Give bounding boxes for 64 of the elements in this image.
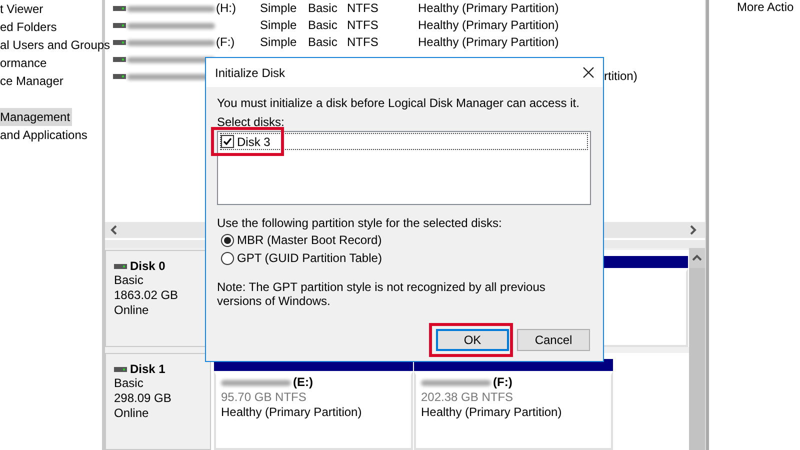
partition-status: Healthy (Primary Partition)	[421, 405, 563, 420]
drive-icon	[114, 366, 127, 372]
table-cell: (F:)	[216, 34, 235, 51]
tree-item[interactable]: ormance	[0, 54, 49, 72]
tree-item[interactable]: ce Manager	[0, 72, 66, 90]
check-icon	[223, 137, 232, 146]
disk-type: Basic	[114, 273, 144, 288]
dialog-message: You must initialize a disk before Logical Disk Manager can access it.	[217, 95, 580, 111]
tree-item[interactable]: and Applications	[0, 126, 90, 144]
disk-size: 1863.02 GB	[114, 288, 180, 303]
action-link[interactable]: More Actio	[737, 0, 800, 15]
checkbox[interactable]	[221, 135, 234, 148]
close-icon[interactable]	[583, 67, 594, 78]
table-cell: Healthy (Primary Partition)	[418, 1, 559, 15]
radio-option[interactable]: GPT (GUID Partition Table)	[221, 249, 591, 267]
radio-circle[interactable]	[221, 234, 234, 246]
disk-status: Online	[114, 406, 150, 421]
disk-name: Disk 0	[130, 259, 166, 273]
disk-name: Disk 1	[130, 362, 166, 376]
note-text: Note: The GPT partition style is not recognized by all previous versions of Windows.	[217, 280, 546, 308]
drive-icon	[113, 57, 126, 62]
disk-status: Online	[114, 303, 150, 318]
cancel-button[interactable]: Cancel	[517, 329, 590, 351]
table-cell-text: Basic	[308, 17, 338, 34]
table-cell-text: Basic	[308, 34, 338, 51]
partition-name: (E:)	[293, 375, 313, 390]
table-cell-text: Simple	[260, 34, 298, 51]
partition-status: Healthy (Primary Partition)	[221, 405, 363, 420]
drive-icon	[113, 40, 126, 45]
radio-circle[interactable]	[221, 252, 234, 264]
table-cell-text: Simple	[260, 17, 298, 34]
table-cell: Healthy (Primary Partition)	[418, 18, 559, 32]
tree-item[interactable]: Management	[0, 108, 72, 126]
drive-icon	[113, 74, 126, 79]
partition-size: 95.70 GB NTFS	[221, 390, 308, 405]
table-cell: (H:)	[216, 0, 236, 17]
redacted-bar	[221, 380, 291, 386]
redacted-bar	[421, 380, 491, 386]
dialog-title: Initialize Disk	[215, 66, 286, 80]
table-cell-text: Simple	[260, 0, 298, 17]
disk-size: 298.09 GB	[114, 391, 172, 406]
drive-icon	[114, 264, 127, 268]
table-cell-text: NTFS	[347, 17, 380, 34]
drive-icon	[113, 6, 126, 11]
scroll-left-icon[interactable]	[110, 225, 118, 235]
scroll-up-icon[interactable]	[692, 254, 702, 262]
table-cell-text: Basic	[308, 0, 338, 17]
disk-checkbox[interactable]: Disk 3	[220, 133, 588, 150]
table-cell: rtition)	[604, 69, 638, 83]
tree-item[interactable]: al Users and Groups	[0, 36, 112, 54]
partition-style-label: Use the following partition style for the selected disks:	[217, 215, 503, 231]
drive-icon	[113, 23, 126, 28]
tree-item[interactable]: t Viewer	[0, 0, 46, 18]
table-cell-text: NTFS	[347, 34, 380, 51]
table-cell-text: NTFS	[347, 0, 380, 17]
radio-option[interactable]: MBR (Master Boot Record)	[221, 231, 591, 249]
ok-button[interactable]: OK	[436, 329, 509, 351]
disk-type: Basic	[114, 376, 144, 391]
table-cell: Healthy (Primary Partition)	[418, 35, 559, 49]
partition-size: 202.38 GB NTFS	[421, 390, 514, 405]
tree-item[interactable]: ed Folders	[0, 18, 59, 36]
scroll-right-icon[interactable]	[689, 225, 697, 235]
select-disks-label: Select disks:	[217, 114, 286, 130]
partition-name: (F:)	[493, 375, 512, 390]
